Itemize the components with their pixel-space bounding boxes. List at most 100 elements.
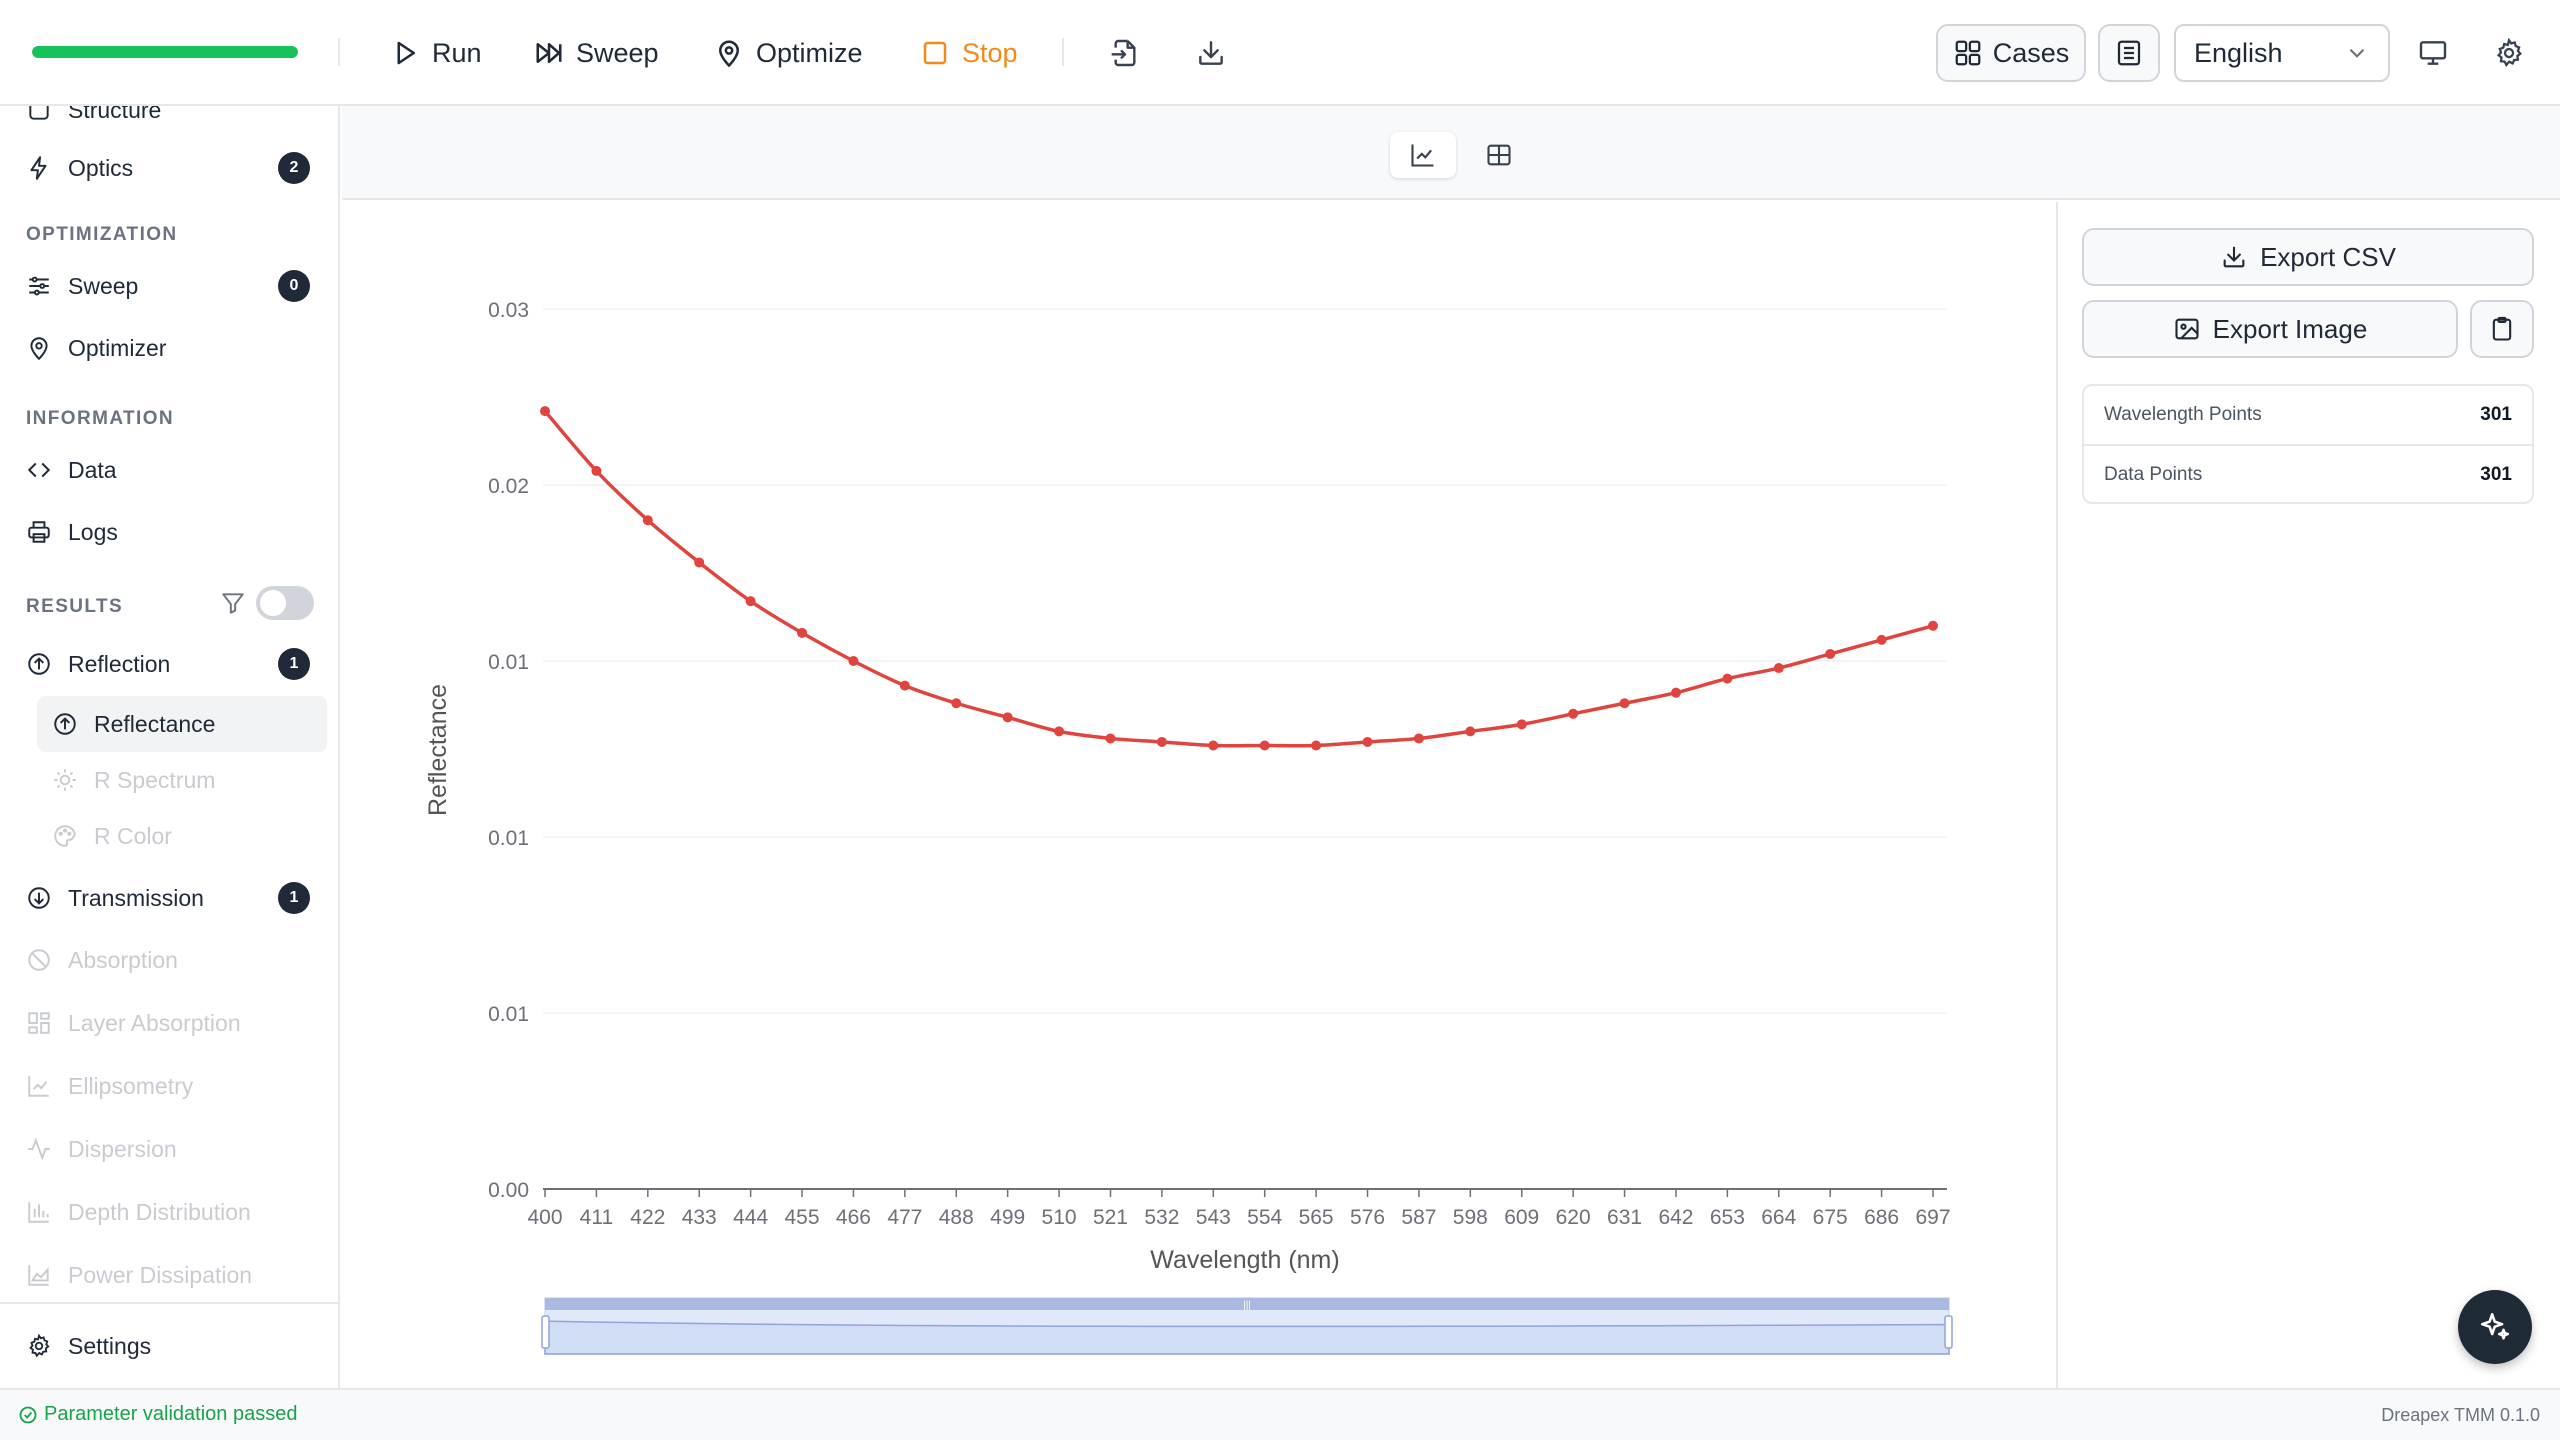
data-point[interactable]	[1311, 740, 1322, 751]
sidebar-item-dispersion[interactable]: Dispersion	[26, 1125, 177, 1173]
sliders-icon	[29, 276, 49, 296]
data-point[interactable]	[1670, 687, 1681, 698]
data-point[interactable]	[1105, 733, 1116, 744]
document-button[interactable]	[2098, 24, 2160, 82]
zoom-right-handle[interactable]	[1944, 1315, 1953, 1349]
data-point[interactable]	[797, 627, 808, 638]
sidebar-item-label: Reflectance	[94, 710, 216, 737]
data-point[interactable]	[1054, 726, 1065, 737]
x-axis-label: Wavelength (nm)	[1150, 1246, 1339, 1274]
data-zoom-slider[interactable]: |||	[541, 1297, 1953, 1355]
import-button[interactable]	[1102, 30, 1148, 76]
bar-chart-icon	[28, 1202, 49, 1223]
top-toolbar: Run Sweep Optimize Stop Cases English	[0, 0, 2560, 106]
chart-view-tab[interactable]	[1390, 132, 1456, 178]
x-tick-label: 675	[1813, 1206, 1848, 1229]
activity-icon	[28, 1137, 50, 1161]
copy-clipboard-button[interactable]	[2470, 300, 2534, 358]
results-side-panel: Export CSV Export Image Wavelength Point…	[2058, 202, 2560, 1388]
area-chart-icon	[28, 1265, 49, 1286]
ai-assistant-button[interactable]	[2458, 1290, 2532, 1364]
data-point[interactable]	[540, 406, 550, 417]
export-image-button[interactable]: Export Image	[2082, 300, 2458, 358]
x-tick-label: 554	[1247, 1206, 1282, 1229]
data-point[interactable]	[1002, 712, 1013, 723]
sidebar-item-data[interactable]: Data	[26, 446, 117, 494]
sidebar-item-transmission[interactable]: Transmission	[26, 874, 204, 922]
progress-bar-fill	[32, 46, 298, 58]
data-point[interactable]	[1208, 740, 1219, 751]
x-tick-label: 521	[1093, 1206, 1128, 1229]
reflectance-chart[interactable]: 0.00 0.01 0.01 0.01 0.02 0.03 400 411 422 433 444…	[342, 202, 2056, 1388]
zoom-preview-line	[544, 1320, 1950, 1355]
sidebar-item-reflection[interactable]: Reflection	[26, 640, 170, 688]
settings-gear-button[interactable]	[2486, 30, 2532, 76]
x-tick-label: 411	[580, 1206, 613, 1229]
download-button[interactable]	[1188, 30, 1234, 76]
data-point[interactable]	[745, 596, 756, 607]
sidebar-item-sweep[interactable]: Sweep	[26, 262, 138, 310]
sidebar-item-settings[interactable]: Settings	[26, 1322, 151, 1370]
sidebar-item-structure[interactable]: Structure	[26, 106, 161, 134]
sidebar-item-r-color[interactable]: R Color	[52, 812, 172, 860]
download-icon	[2223, 246, 2245, 268]
x-tick-label: 488	[939, 1206, 974, 1229]
data-point[interactable]	[1722, 673, 1733, 684]
table-view-tab[interactable]	[1466, 132, 1532, 178]
sidebar-item-optimizer[interactable]: Optimizer	[26, 324, 166, 372]
x-tick-label: 532	[1144, 1206, 1179, 1229]
sidebar-item-label: Power Dissipation	[68, 1261, 253, 1288]
data-point[interactable]	[1825, 648, 1836, 659]
data-point[interactable]	[1465, 726, 1476, 737]
sidebar-item-r-spectrum[interactable]: R Spectrum	[52, 756, 215, 804]
sidebar-item-power-dissipation[interactable]: Power Dissipation	[26, 1251, 252, 1299]
language-select[interactable]: English	[2174, 24, 2390, 82]
data-point[interactable]	[591, 465, 602, 476]
data-point[interactable]	[1156, 736, 1167, 747]
data-point[interactable]	[1619, 698, 1630, 709]
sidebar-item-reflectance[interactable]: Reflectance	[52, 700, 215, 748]
filter-icon[interactable]	[220, 590, 246, 616]
x-tick-label: 477	[887, 1206, 922, 1229]
data-point[interactable]	[848, 656, 859, 666]
stat-value: 301	[2480, 404, 2512, 425]
sidebar-item-optics[interactable]: Optics	[26, 144, 133, 192]
ban-icon	[28, 949, 50, 971]
sidebar-item-absorption[interactable]: Absorption	[26, 936, 178, 984]
section-optimization: OPTIMIZATION	[26, 224, 178, 245]
data-point[interactable]	[951, 698, 962, 709]
zoom-left-handle[interactable]	[541, 1315, 550, 1349]
y-tick-label: 0.03	[488, 299, 529, 322]
sidebar-item-layer-absorption[interactable]: Layer Absorption	[26, 999, 241, 1047]
stop-square-icon	[923, 41, 947, 65]
data-point[interactable]	[1259, 740, 1270, 751]
display-button[interactable]	[2410, 30, 2456, 76]
data-point[interactable]	[899, 680, 910, 691]
sidebar-item-logs[interactable]: Logs	[26, 508, 118, 556]
cases-button[interactable]: Cases	[1936, 24, 2086, 82]
series-line	[543, 409, 1934, 748]
data-point[interactable]	[1928, 620, 1938, 631]
results-filter-toggle[interactable]	[256, 586, 314, 620]
sweep-button[interactable]: Sweep	[534, 26, 659, 80]
stop-button[interactable]: Stop	[920, 26, 1018, 80]
data-point[interactable]	[1516, 719, 1527, 730]
sidebar-item-depth-distribution[interactable]: Depth Distribution	[26, 1188, 251, 1236]
optimize-button[interactable]: Optimize	[714, 26, 863, 80]
sidebar-item-ellipsometry[interactable]: Ellipsometry	[26, 1062, 193, 1110]
data-point[interactable]	[1876, 634, 1887, 645]
data-point[interactable]	[1568, 708, 1579, 719]
data-point[interactable]	[1413, 733, 1424, 744]
data-point[interactable]	[642, 515, 653, 526]
stat-label: Wavelength Points	[2104, 404, 2262, 425]
toolbar-divider	[338, 38, 340, 66]
data-point[interactable]	[694, 557, 705, 568]
x-tick-labels: 400 411 422 433 444 455 466 477 488 499 510 521 532 5…	[527, 1189, 1951, 1229]
run-button[interactable]: Run	[390, 26, 482, 80]
export-csv-button[interactable]: Export CSV	[2082, 228, 2534, 286]
gear-icon	[29, 1333, 50, 1358]
chart-series	[540, 406, 1938, 751]
data-point[interactable]	[1362, 736, 1373, 747]
data-point[interactable]	[1773, 663, 1784, 674]
play-icon	[397, 41, 415, 65]
